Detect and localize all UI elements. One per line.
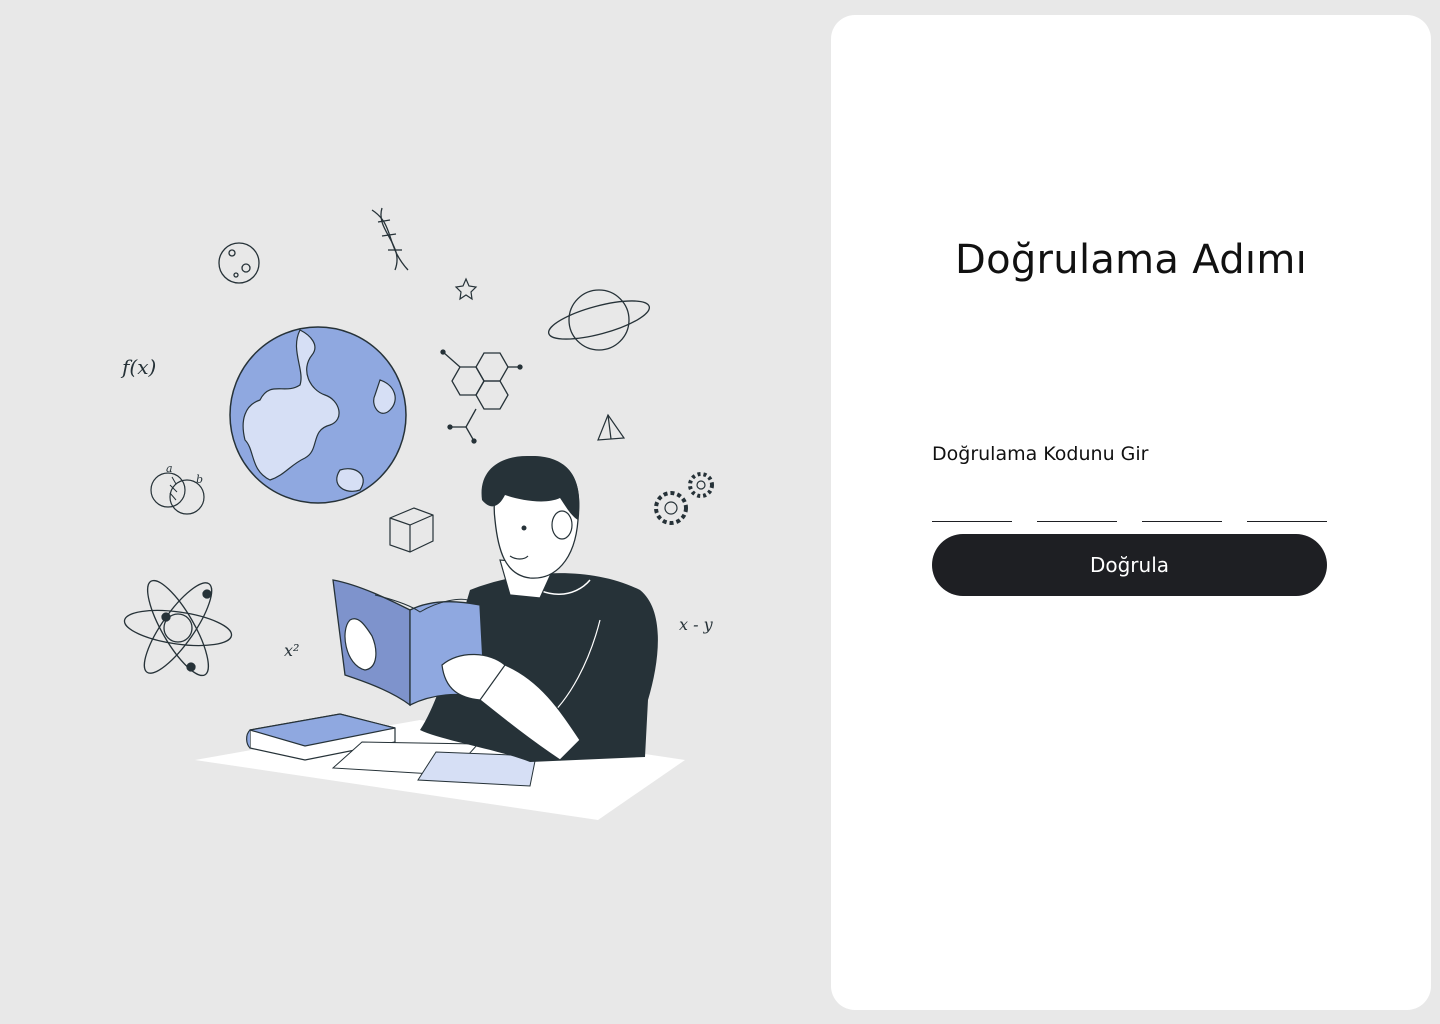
formula-function: f(x) xyxy=(120,355,156,379)
code-label: Doğrulama Kodunu Gir xyxy=(932,443,1149,465)
code-digit-3[interactable] xyxy=(1142,491,1222,522)
page-title: Doğrulama Adımı xyxy=(954,237,1308,283)
venn-label-b: b xyxy=(196,473,203,486)
code-digit-2[interactable] xyxy=(1037,491,1117,522)
student-illustration: f(x) a b x² x - y xyxy=(120,207,714,820)
moon-icon xyxy=(218,242,260,284)
verify-button[interactable]: Doğrula xyxy=(932,534,1327,596)
venn-label-a: a xyxy=(166,462,173,475)
pyramid-icon xyxy=(597,413,626,441)
star-icon xyxy=(454,277,478,301)
globe-icon xyxy=(229,326,407,504)
gears-icon xyxy=(654,472,714,525)
verification-card: Doğrulama Adımı Doğrulama Kodunu Gir Doğ… xyxy=(831,15,1431,1010)
dna-icon xyxy=(371,207,409,271)
code-input-group xyxy=(932,491,1327,523)
code-digit-4[interactable] xyxy=(1247,491,1327,522)
atom-icon xyxy=(123,579,233,677)
code-digit-1[interactable] xyxy=(932,491,1012,522)
left-panel: f(x) a b x² x - y xyxy=(0,0,830,1024)
cube-icon xyxy=(389,507,434,553)
molecule-icon xyxy=(440,349,523,444)
planet-icon xyxy=(547,289,651,351)
formula-difference: x - y xyxy=(679,615,714,634)
formula-square: x² xyxy=(284,641,299,660)
